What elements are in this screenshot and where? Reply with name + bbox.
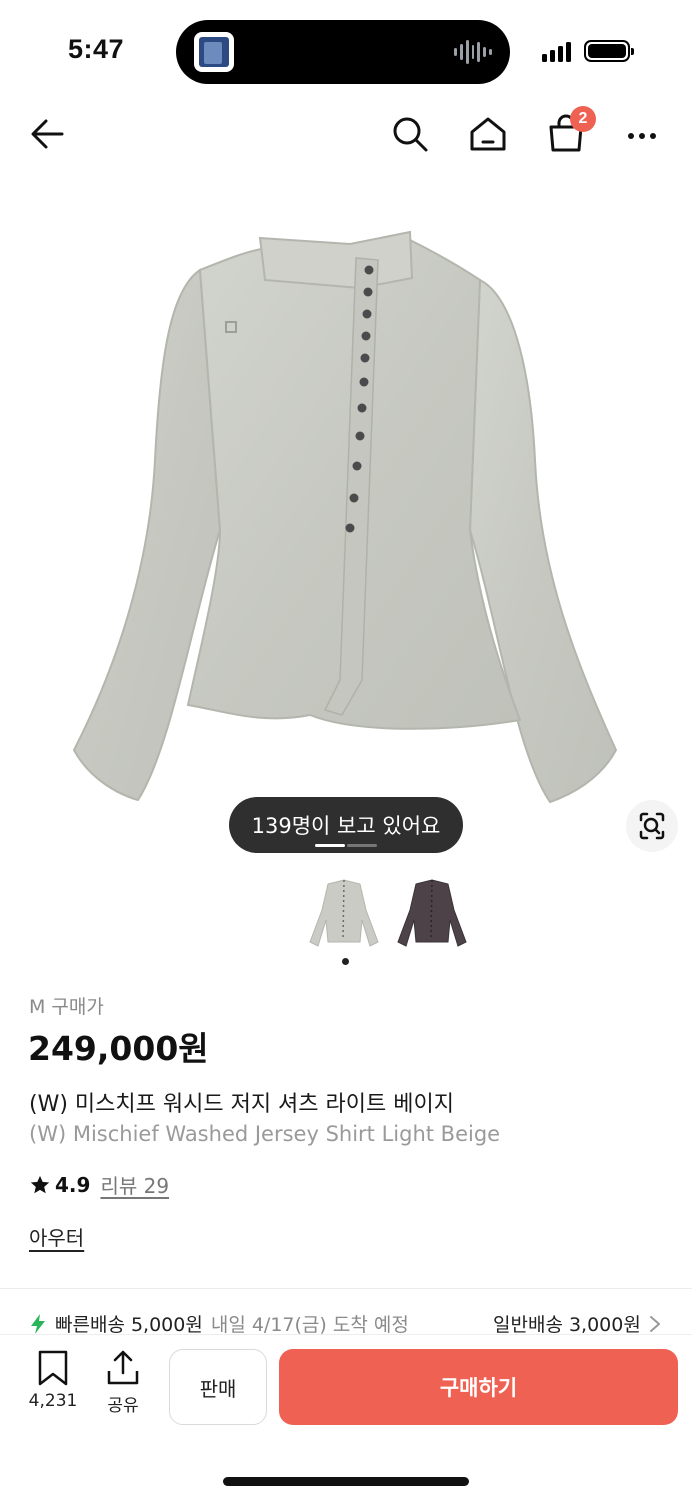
buy-button[interactable]: 구매하기	[279, 1349, 678, 1425]
thumbnail-page-dot	[342, 958, 349, 965]
size-price-label: M 구매가	[29, 996, 104, 1018]
dynamic-island	[176, 20, 510, 84]
audio-wave-icon	[454, 38, 493, 66]
share-button[interactable]: 공유	[91, 1349, 155, 1416]
product-image[interactable]	[60, 210, 632, 820]
rating-score: 4.9	[55, 1172, 91, 1197]
category-link[interactable]: 아우터	[29, 1222, 84, 1251]
share-label: 공유	[107, 1396, 139, 1416]
more-icon[interactable]	[624, 114, 664, 154]
color-option-light-beige[interactable]	[306, 870, 384, 956]
now-playing-artwork	[194, 32, 234, 72]
battery-icon	[584, 40, 634, 62]
viewers-text: 139명이 보고 있어요	[251, 814, 441, 838]
cart-count-badge: 2	[570, 106, 596, 132]
product-name-korean: (W) 미스치프 워시드 저지 셔츠 라이트 베이지	[29, 1092, 454, 1117]
fast-shipping-eta: 내일 4/17(금) 도착 예정	[210, 1314, 409, 1336]
search-icon[interactable]	[390, 114, 430, 154]
review-link[interactable]: 리뷰 29	[100, 1170, 169, 1199]
bookmark-icon	[38, 1350, 68, 1386]
product-name-english: (W) Mischief Washed Jersey Shirt Light B…	[29, 1122, 501, 1146]
home-icon[interactable]	[468, 114, 508, 154]
status-time: 5:47	[68, 34, 125, 64]
cellular-signal-icon	[542, 42, 571, 62]
section-divider	[0, 1288, 692, 1289]
rating-row: 4.9 리뷰 29	[29, 1170, 169, 1199]
bottom-action-bar: 4,231 공유 판매 구매하기	[0, 1334, 692, 1500]
color-options	[306, 870, 476, 956]
share-icon	[107, 1350, 139, 1385]
normal-shipping-option[interactable]: 일반배송 3,000원	[493, 1310, 653, 1337]
bookmark-count: 4,231	[28, 1391, 78, 1411]
bolt-icon	[31, 1313, 45, 1334]
viewers-count-pill: 139명이 보고 있어요	[229, 797, 463, 853]
lens-icon	[639, 812, 665, 840]
image-page-indicator	[315, 844, 377, 847]
chevron-right-icon[interactable]	[648, 1314, 662, 1334]
fast-shipping-option[interactable]: 빠른배송 5,000원 내일 4/17(금) 도착 예정	[29, 1310, 409, 1337]
color-option-dark-purple[interactable]	[394, 870, 472, 956]
bookmark-button[interactable]: 4,231	[21, 1349, 85, 1411]
product-price: 249,000원	[28, 1029, 209, 1068]
star-icon	[30, 1175, 50, 1193]
sell-button[interactable]: 판매	[169, 1349, 267, 1425]
status-bar: 5:47	[0, 0, 692, 100]
fast-shipping-label: 빠른배송 5,000원	[55, 1314, 203, 1336]
lens-search-button[interactable]	[626, 800, 678, 852]
home-indicator	[223, 1477, 469, 1486]
back-arrow-icon[interactable]	[28, 114, 68, 154]
